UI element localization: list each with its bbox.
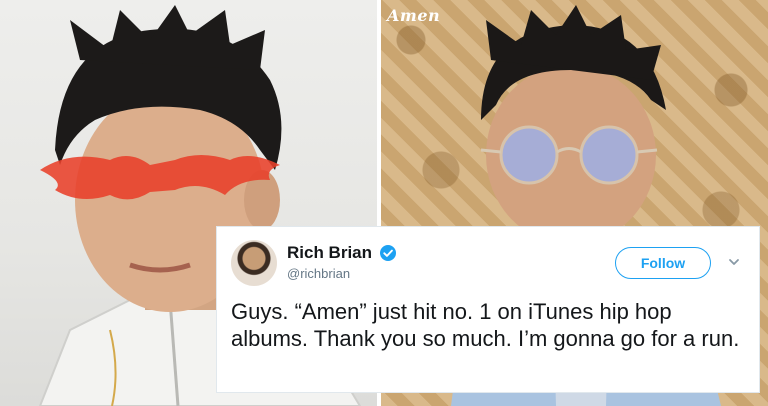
album-logo: Amen [387, 6, 441, 25]
tweet-text: Guys. “Amen” just hit no. 1 on iTunes hi… [231, 299, 740, 351]
follow-button[interactable]: Follow [615, 247, 711, 279]
avatar[interactable] [231, 240, 277, 286]
verified-badge-icon [380, 245, 396, 261]
tweet-author-name[interactable]: Rich Brian [287, 243, 372, 263]
chevron-down-icon[interactable] [728, 257, 740, 267]
tweet-author-handle[interactable]: @richbrian [287, 266, 350, 281]
tweet-card: Rich Brian @richbrian Follow Guys. “Amen… [216, 226, 760, 393]
